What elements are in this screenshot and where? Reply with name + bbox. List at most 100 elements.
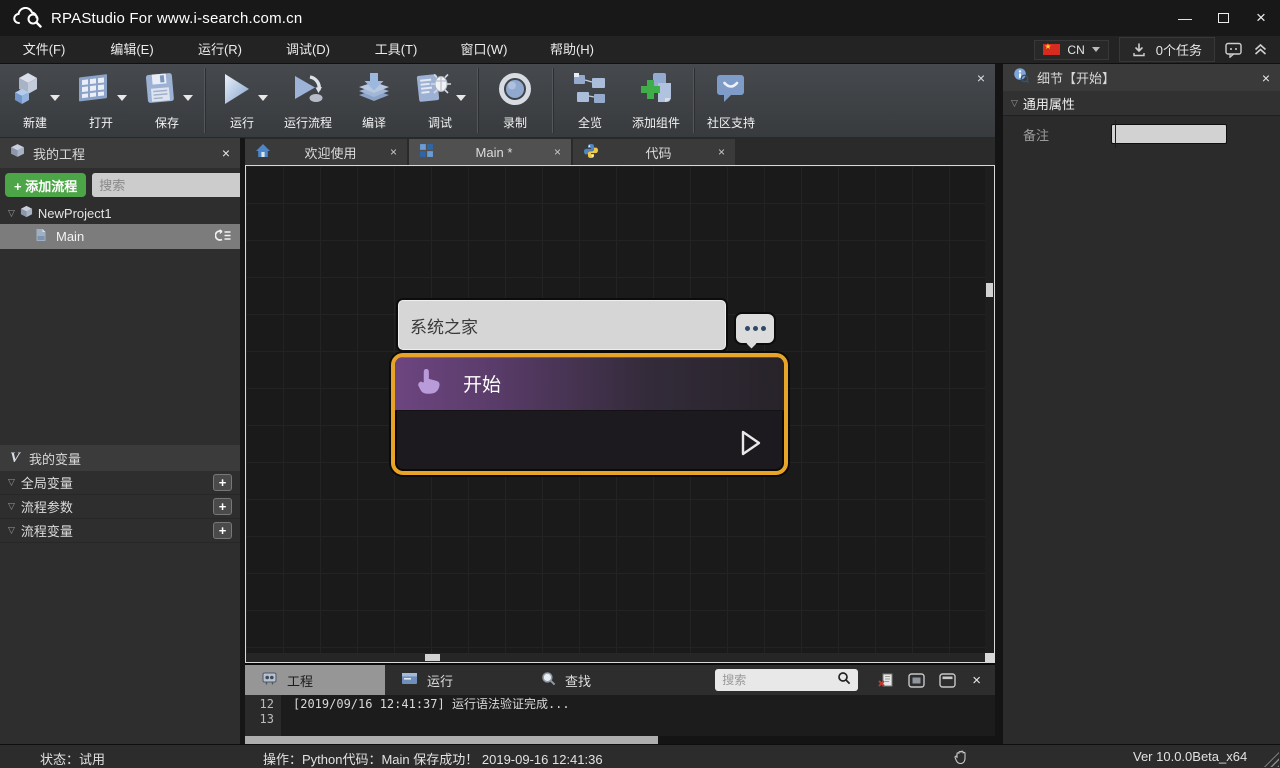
save-floppy-icon (141, 70, 179, 113)
community-bubble-icon (712, 70, 750, 113)
menu-window[interactable]: 窗口(W) (440, 36, 528, 63)
comment-more-button[interactable] (736, 314, 774, 343)
maximize-button[interactable] (1204, 0, 1242, 36)
flow-config-icon[interactable] (215, 228, 232, 246)
comment-text: 系统之家 (410, 313, 478, 338)
add-component-button[interactable]: 添加组件 (623, 64, 689, 137)
caret-down-icon[interactable]: ▽ (1011, 98, 1018, 109)
run-flow-button[interactable]: 运行流程 (275, 64, 341, 137)
horizontal-scrollbar-thumb[interactable] (425, 654, 440, 661)
toolbar-close-button[interactable]: × (977, 70, 985, 86)
tree-flow-node-selected[interactable]: Main (0, 224, 240, 249)
caret-down-icon[interactable]: ▽ (8, 208, 15, 219)
menu-debug[interactable]: 调试(D) (264, 36, 352, 63)
tab-welcome[interactable]: 欢迎使用 × (245, 139, 407, 165)
cn-flag-icon: ★ (1043, 44, 1060, 55)
canvas-vertical-scrollbar[interactable] (985, 166, 994, 653)
node-play-icon[interactable] (737, 428, 764, 463)
start-node-label: 开始 (463, 370, 501, 397)
toolbar-separator (552, 68, 553, 133)
general-properties-label: 通用属性 (1023, 94, 1075, 113)
menu-help[interactable]: 帮助(H) (528, 36, 616, 63)
add-flow-button[interactable]: + 添加流程 (5, 173, 86, 197)
clear-log-button[interactable] (874, 670, 896, 690)
tab-main[interactable]: Main * × (409, 139, 571, 165)
vertical-scrollbar-thumb[interactable] (986, 283, 993, 297)
save-button[interactable]: 保存 (134, 64, 200, 137)
collapse-toolbar-icon[interactable] (1253, 43, 1268, 56)
log-search-box[interactable] (715, 669, 858, 691)
start-node-body (395, 411, 784, 471)
record-button[interactable]: 录制 (482, 64, 548, 137)
dot-icon (745, 326, 750, 331)
flow-canvas[interactable]: 系统之家 开始 (245, 165, 995, 663)
log-area[interactable]: 1213 [2019/09/16 12:41:37] 运行语法验证完成... (245, 695, 995, 736)
run-dropdown-icon[interactable] (258, 95, 268, 101)
caret-down-icon[interactable]: ▽ (8, 525, 15, 536)
menu-run[interactable]: 运行(R) (176, 36, 264, 63)
log-search-input[interactable] (722, 673, 833, 687)
scroll-lock-button[interactable] (905, 670, 927, 690)
menu-tools[interactable]: 工具(T) (352, 36, 440, 63)
open-button[interactable]: 打开 (68, 64, 134, 137)
dot-icon (761, 326, 766, 331)
comment-text-box[interactable]: 系统之家 (398, 300, 726, 350)
add-global-variable-button[interactable]: + (213, 474, 232, 491)
overview-button[interactable]: 全览 (557, 64, 623, 137)
details-panel-close-button[interactable]: × (1262, 70, 1270, 86)
output-tab-project[interactable]: 工程 (245, 665, 385, 695)
output-panel-close-button[interactable]: × (972, 672, 981, 689)
global-variables-row[interactable]: ▽ 全局变量 + (0, 471, 240, 495)
add-component-icon (637, 70, 675, 113)
language-selector[interactable]: ★ CN (1034, 40, 1108, 60)
feedback-bubble-icon[interactable] (1225, 42, 1243, 58)
maximize-panel-button[interactable] (936, 670, 958, 690)
output-tab-find[interactable]: 查找 (525, 665, 665, 695)
variables-panel-title: 我的变量 (29, 449, 81, 468)
add-flow-variable-button[interactable]: + (213, 522, 232, 539)
debug-button[interactable]: 调试 (407, 64, 473, 137)
project-cube-icon (20, 205, 33, 221)
flow-variables-row[interactable]: ▽ 流程变量 + (0, 519, 240, 543)
title-bar: RPAStudio For www.i-search.com.cn — × (0, 0, 1280, 36)
new-dropdown-icon[interactable] (50, 95, 60, 101)
caret-down-icon[interactable]: ▽ (8, 477, 15, 488)
menu-bar-right: ★ CN 0个任务 (1034, 37, 1280, 62)
output-panel-actions (874, 670, 958, 690)
tab-main-close-icon[interactable]: × (554, 145, 561, 159)
log-horizontal-scrollbar[interactable] (245, 736, 995, 744)
project-panel-close-button[interactable]: × (222, 145, 230, 161)
compile-button[interactable]: 编译 (341, 64, 407, 137)
general-properties-section[interactable]: ▽ 通用属性 (1003, 91, 1280, 116)
community-support-button[interactable]: 社区支持 (698, 64, 764, 137)
python-icon (583, 143, 599, 162)
start-node[interactable]: 开始 (391, 353, 788, 475)
menu-edit[interactable]: 编辑(E) (88, 36, 176, 63)
tab-code-close-icon[interactable]: × (718, 145, 725, 159)
output-tab-run[interactable]: 运行 (385, 665, 525, 695)
log-scrollbar-thumb[interactable] (245, 736, 658, 744)
operation-status: 操作：Python代码：Main 保存成功！ 2019-09-16 12:41:… (263, 749, 603, 768)
tab-code[interactable]: 代码 × (573, 139, 735, 165)
close-button[interactable]: × (1242, 0, 1280, 36)
output-tab-run-label: 运行 (427, 671, 453, 690)
open-dropdown-icon[interactable] (117, 95, 127, 101)
debug-dropdown-icon[interactable] (456, 95, 466, 101)
remark-input[interactable] (1111, 124, 1227, 144)
details-panel-header: 细节【开始】 × (1003, 64, 1280, 91)
resize-grip[interactable] (1264, 752, 1279, 767)
right-splitter[interactable] (995, 64, 1003, 744)
flow-params-row[interactable]: ▽ 流程参数 + (0, 495, 240, 519)
canvas-horizontal-scrollbar[interactable] (246, 653, 985, 662)
tasks-indicator[interactable]: 0个任务 (1119, 37, 1215, 62)
menu-file[interactable]: 文件(F) (0, 36, 88, 63)
add-flow-param-button[interactable]: + (213, 498, 232, 515)
tree-project-node[interactable]: ▽ NewProject1 (0, 202, 240, 224)
run-button[interactable]: 运行 (209, 64, 275, 137)
minimize-button[interactable]: — (1166, 0, 1204, 36)
save-dropdown-icon[interactable] (183, 95, 193, 101)
caret-down-icon[interactable]: ▽ (8, 501, 15, 512)
new-button[interactable]: 新建 (2, 64, 68, 137)
pan-hand-icon[interactable] (953, 749, 968, 768)
tab-welcome-close-icon[interactable]: × (390, 145, 397, 159)
